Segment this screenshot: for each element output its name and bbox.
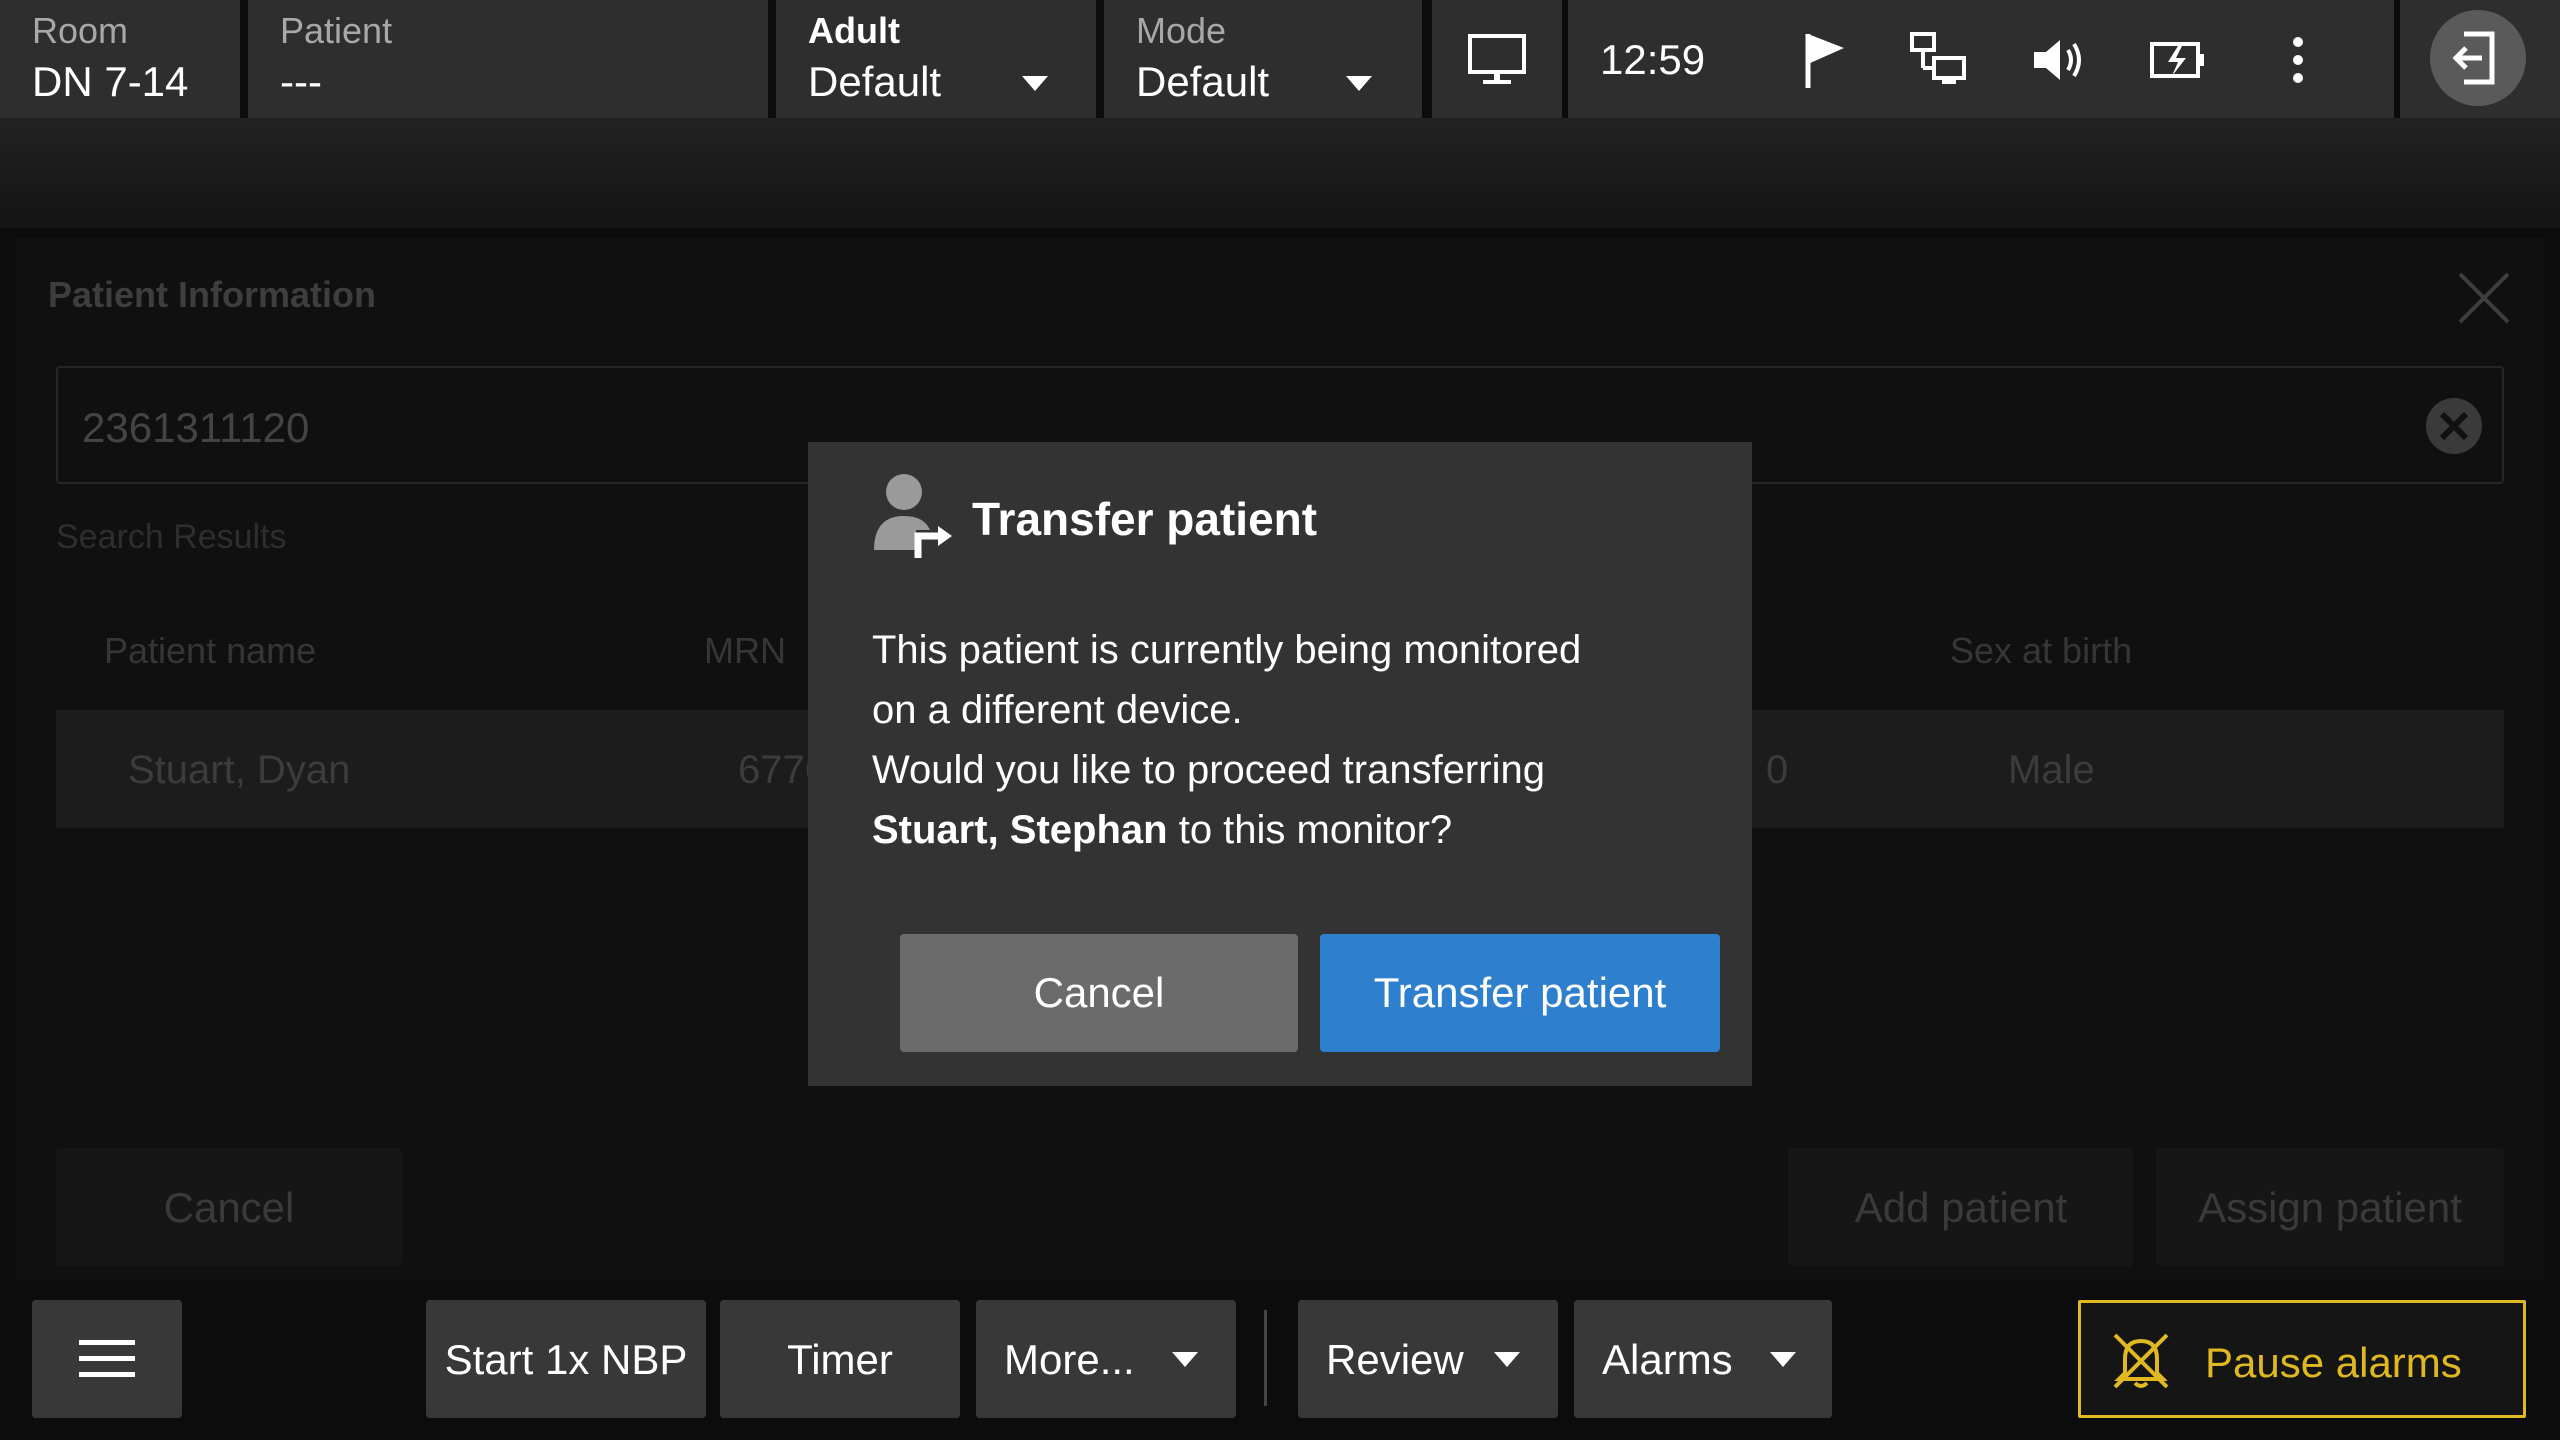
dialog-title: Transfer patient [972, 493, 1318, 545]
close-icon[interactable] [2454, 268, 2514, 328]
mode-label: Mode [1136, 10, 1227, 51]
cancel-button[interactable]: Cancel [900, 934, 1298, 1052]
hamburger-menu-icon [79, 1340, 135, 1377]
add-patient-button[interactable]: Add patient [1788, 1148, 2134, 1266]
header-strip [0, 118, 2560, 228]
chevron-down-icon [1346, 76, 1372, 91]
more-vertical-icon[interactable] [2268, 30, 2328, 90]
status-toolbar: 12:59 [1568, 0, 2394, 118]
clock-time: 12:59 [1600, 36, 1706, 83]
flag-icon[interactable] [1796, 30, 1856, 90]
network-icon[interactable] [1908, 30, 1968, 90]
row-patient-name: Stuart, Dyan [128, 748, 351, 792]
panel-title: Patient Information [48, 274, 377, 315]
timer-button[interactable]: Timer [720, 1300, 960, 1418]
dialog-message: This patient is currently being monitore… [872, 620, 1712, 860]
category-label: Adult [808, 10, 900, 51]
patient-selector[interactable]: Patient --- [248, 0, 768, 118]
search-results-label: Search Results [56, 518, 287, 556]
patient-transfer-icon [874, 474, 952, 558]
review-dropdown[interactable]: Review [1298, 1300, 1558, 1418]
volume-icon[interactable] [2028, 30, 2088, 90]
alarm-paused-icon [2113, 1333, 2169, 1389]
clear-search-icon[interactable] [2424, 396, 2484, 456]
search-value: 2361311120 [82, 404, 310, 451]
category-dropdown[interactable]: Adult Default [776, 0, 1096, 118]
assign-patient-button[interactable]: Assign patient [2156, 1148, 2504, 1266]
mode-dropdown[interactable]: Mode Default [1104, 0, 1422, 118]
chevron-down-icon [1172, 1352, 1198, 1367]
monitor-icon [1468, 34, 1526, 84]
message-line-1: This patient is currently being monitore… [872, 628, 1582, 672]
pause-alarms-button[interactable]: Pause alarms [2078, 1300, 2526, 1418]
main-menu-button[interactable] [32, 1300, 182, 1418]
category-value: Default [808, 58, 942, 105]
start-nbp-button[interactable]: Start 1x NBP [426, 1300, 706, 1418]
divider [1264, 1310, 1267, 1406]
column-header-mrn: MRN [704, 630, 786, 671]
alarms-dropdown[interactable]: Alarms [1574, 1300, 1832, 1418]
mode-value: Default [1136, 58, 1270, 105]
battery-charging-icon[interactable] [2148, 30, 2208, 90]
row-date: 0 [1766, 748, 1789, 792]
room-label: Room [32, 10, 129, 51]
transfer-patient-button[interactable]: Transfer patient [1320, 934, 1720, 1052]
pause-alarms-label: Pause alarms [2205, 1339, 2462, 1386]
row-sex: Male [2008, 748, 2095, 792]
chevron-down-icon [1022, 76, 1048, 91]
column-header-patient-name: Patient name [104, 630, 317, 671]
message-line-4: to this monitor? [1167, 808, 1453, 852]
room-value: DN 7-14 [32, 58, 189, 105]
message-line-2: on a different device. [872, 688, 1243, 732]
logout-button[interactable] [2400, 0, 2560, 118]
patient-label: Patient [280, 10, 393, 51]
column-header-sex: Sex at birth [1950, 630, 2133, 671]
room-selector[interactable]: Room DN 7-14 [0, 0, 240, 118]
more-dropdown[interactable]: More... [976, 1300, 1236, 1418]
exit-icon [2452, 31, 2495, 85]
transfer-patient-dialog: Transfer patient This patient is current… [808, 442, 1752, 1086]
chevron-down-icon [1770, 1352, 1796, 1367]
display-button[interactable] [1432, 0, 1562, 118]
panel-cancel-button[interactable]: Cancel [56, 1148, 402, 1266]
message-line-3: Would you like to proceed transferring [872, 748, 1545, 792]
chevron-down-icon [1494, 1352, 1520, 1367]
patient-value: --- [280, 58, 322, 105]
patient-name: Stuart, Stephan [872, 808, 1168, 852]
